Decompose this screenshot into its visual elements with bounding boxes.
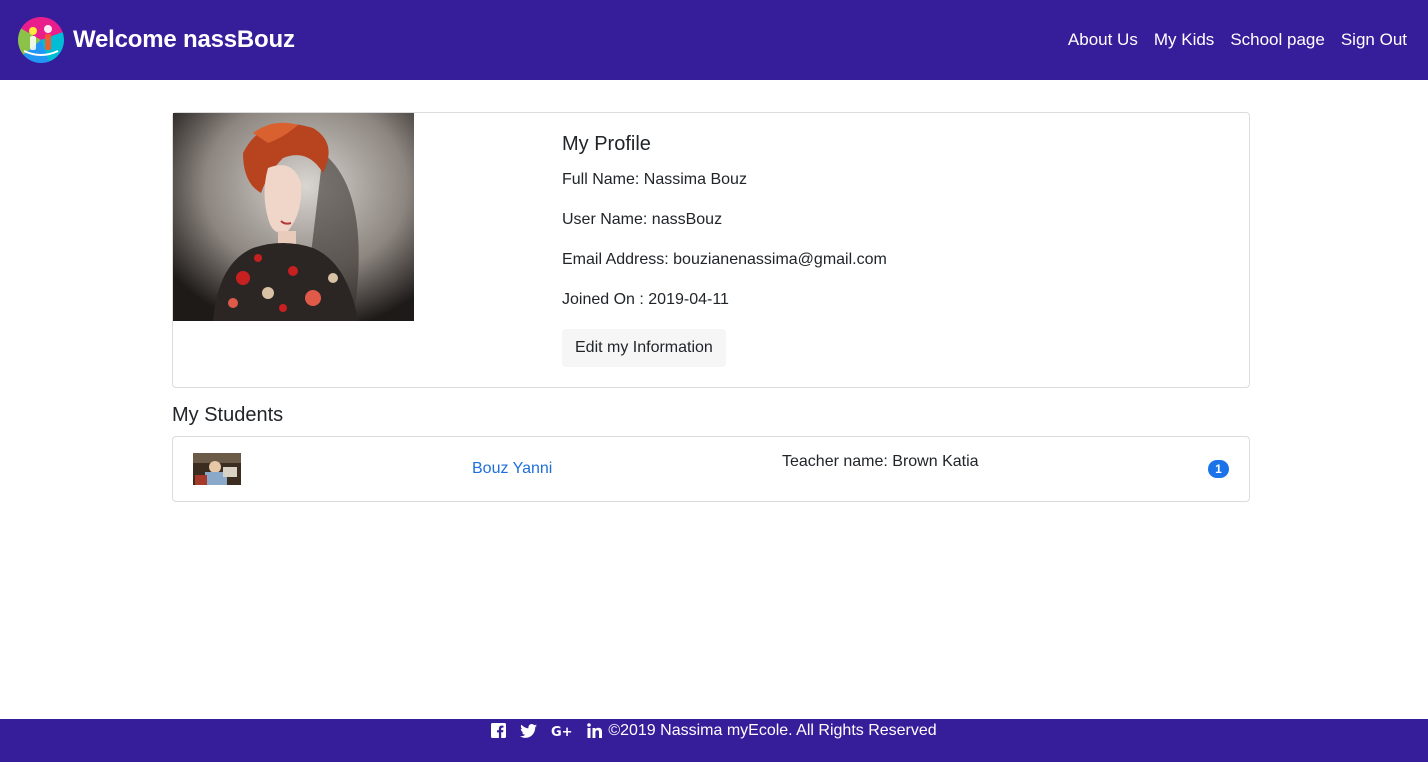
student-count-badge: 1 bbox=[1208, 460, 1229, 478]
footer: G+ ©2019 Nassima myEcole. All Rights Res… bbox=[0, 719, 1428, 762]
welcome-brand-title[interactable]: Welcome nassBouz bbox=[73, 26, 295, 54]
linkedin-icon[interactable] bbox=[587, 723, 603, 738]
profile-title: My Profile bbox=[562, 133, 651, 155]
profile-photo bbox=[173, 113, 414, 321]
profile-full-name: Full Name: Nassima Bouz bbox=[562, 171, 747, 188]
twitter-icon[interactable] bbox=[520, 723, 538, 738]
footer-content: G+ ©2019 Nassima myEcole. All Rights Res… bbox=[491, 721, 937, 740]
top-navbar: Welcome nassBouz About Us My Kids School… bbox=[0, 0, 1428, 80]
nav-link-about-us[interactable]: About Us bbox=[1068, 30, 1138, 50]
copyright-text: ©2019 Nassima myEcole. All Rights Reserv… bbox=[608, 721, 937, 739]
nav-link-school-page[interactable]: School page bbox=[1230, 30, 1325, 50]
students-section-title: My Students bbox=[172, 404, 284, 426]
profile-card: My Profile Full Name: Nassima Bouz User … bbox=[172, 112, 1250, 388]
nav-links: About Us My Kids School page Sign Out bbox=[1068, 30, 1407, 50]
school-logo-icon[interactable] bbox=[18, 17, 64, 63]
profile-joined-date: Joined On : 2019-04-11 bbox=[562, 291, 729, 308]
facebook-icon[interactable] bbox=[491, 723, 507, 738]
svg-text:G+: G+ bbox=[551, 725, 573, 738]
profile-info: My Profile Full Name: Nassima Bouz User … bbox=[562, 133, 887, 367]
profile-user-name: User Name: nassBouz bbox=[562, 211, 723, 228]
teacher-name: Teacher name: Brown Katia bbox=[782, 453, 979, 470]
edit-information-button[interactable]: Edit my Information bbox=[562, 329, 726, 367]
nav-link-sign-out[interactable]: Sign Out bbox=[1341, 30, 1407, 50]
google-plus-icon[interactable]: G+ bbox=[551, 724, 573, 738]
student-list: Bouz Yanni Teacher name: Brown Katia 1 bbox=[172, 436, 1250, 502]
nav-link-my-kids[interactable]: My Kids bbox=[1154, 30, 1214, 50]
student-name-link[interactable]: Bouz Yanni bbox=[472, 460, 552, 478]
student-thumbnail bbox=[193, 453, 241, 485]
profile-email: Email Address: bouzianenassima@gmail.com bbox=[562, 251, 887, 268]
